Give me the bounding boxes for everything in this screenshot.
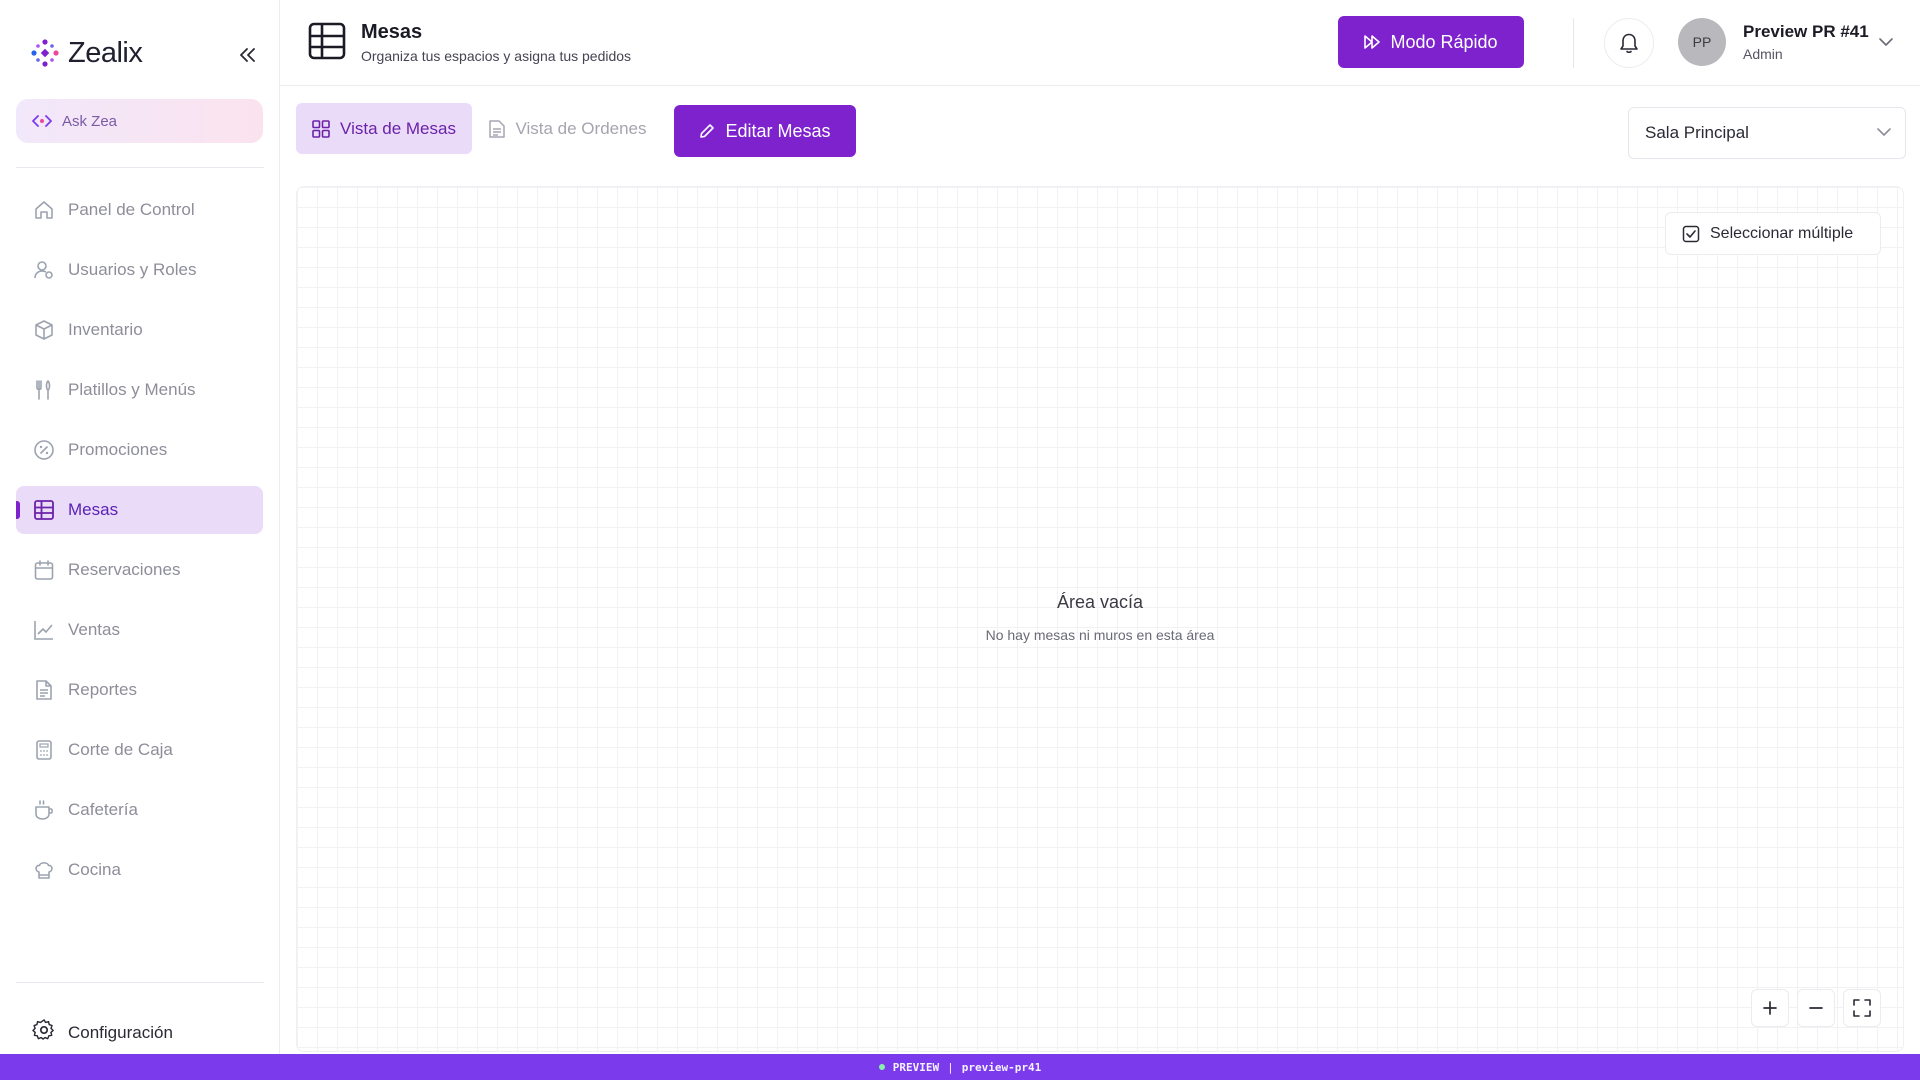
preview-env: preview-pr41: [961, 1060, 1042, 1074]
tab-vista-de-mesas[interactable]: Vista de Mesas: [296, 103, 472, 154]
multi-select-label: Seleccionar múltiple: [1710, 224, 1854, 242]
fast-forward-icon: [1364, 35, 1381, 49]
sidebar-item-label: Cocina: [68, 860, 121, 879]
checkbox-icon: [1682, 225, 1700, 242]
sidebar-item-reservaciones[interactable]: Reservaciones: [16, 546, 263, 594]
sidebar-item-label: Promociones: [68, 440, 168, 459]
sidebar-item-promociones[interactable]: Promociones: [16, 426, 263, 474]
notifications-button[interactable]: [1604, 18, 1654, 68]
edit-tables-label: Editar Mesas: [725, 120, 831, 141]
sidebar-item-corte-de-caja[interactable]: Corte de Caja: [16, 726, 263, 774]
zealix-logo-icon: [28, 36, 62, 70]
sidebar-item-label: Platillos y Menús: [68, 380, 196, 399]
edit-tables-button[interactable]: Editar Mesas: [674, 105, 856, 157]
minus-icon: [1809, 1007, 1823, 1009]
fullscreen-button[interactable]: [1843, 989, 1881, 1027]
sidebar-item-inventario[interactable]: Inventario: [16, 306, 263, 354]
room-select[interactable]: Sala Principal: [1628, 107, 1906, 159]
line-chart-icon: [32, 618, 56, 642]
sidebar-item-label: Reservaciones: [68, 560, 181, 579]
user-name[interactable]: Preview PR #41: [1743, 22, 1869, 42]
plus-icon: [1763, 1001, 1777, 1015]
ask-zea-button[interactable]: Ask Zea: [16, 99, 263, 143]
calculator-icon: [32, 738, 56, 762]
table-grid-icon: [308, 22, 346, 60]
preview-separator: |: [947, 1060, 954, 1074]
preview-tag: PREVIEW: [892, 1060, 940, 1074]
collapse-sidebar-button[interactable]: [232, 42, 262, 68]
multi-select-button[interactable]: Seleccionar múltiple: [1665, 212, 1881, 255]
sidebar: Zealix Ask Zea Panel de Control Usuarios…: [0, 0, 280, 1054]
pencil-icon: [700, 124, 715, 138]
zoom-out-button[interactable]: [1797, 989, 1835, 1027]
table-grid-icon: [32, 498, 56, 522]
sidebar-item-label: Mesas: [68, 500, 119, 519]
chef-hat-icon: [32, 858, 56, 882]
ai-code-icon: [32, 115, 52, 127]
sidebar-item-label: Inventario: [68, 320, 143, 339]
sidebar-item-label: Usuarios y Roles: [68, 260, 197, 279]
header-divider: [1573, 18, 1574, 68]
sidebar-item-reportes[interactable]: Reportes: [16, 666, 263, 714]
chevrons-left-icon: [240, 48, 255, 62]
sidebar-item-configuracion[interactable]: Configuración: [32, 1018, 173, 1047]
user-role: Admin: [1743, 46, 1783, 62]
settings-label: Configuración: [68, 1022, 173, 1042]
gear-icon: [32, 1018, 56, 1047]
sidebar-item-label: Reportes: [68, 680, 137, 699]
avatar[interactable]: PP: [1678, 18, 1726, 66]
quick-mode-label: Modo Rápido: [1390, 31, 1498, 52]
utensils-icon: [32, 378, 56, 402]
sidebar-item-label: Ventas: [68, 620, 120, 639]
sidebar-divider: [16, 982, 264, 983]
user-menu-toggle[interactable]: [1874, 30, 1898, 54]
status-dot-icon: [878, 1064, 885, 1070]
home-icon: [32, 198, 56, 222]
box-icon: [32, 318, 56, 342]
floor-plan-canvas[interactable]: Seleccionar múltiple Área vacía No hay m…: [296, 186, 1904, 1052]
sidebar-divider: [16, 167, 264, 168]
empty-state-description: No hay mesas ni muros en esta área: [985, 627, 1215, 643]
tab-label: Vista de Ordenes: [515, 118, 647, 138]
grid-icon: [312, 119, 330, 138]
sidebar-item-label: Cafetería: [68, 800, 138, 819]
sidebar-item-platillos-y-menus[interactable]: Platillos y Menús: [16, 366, 263, 414]
users-icon: [32, 258, 56, 282]
room-select-value: Sala Principal: [1645, 123, 1749, 142]
tab-label: Vista de Mesas: [340, 118, 456, 138]
coffee-icon: [32, 798, 56, 822]
zoom-in-button[interactable]: [1751, 989, 1789, 1027]
sidebar-item-cafeteria[interactable]: Cafetería: [16, 786, 263, 834]
fullscreen-icon: [1853, 999, 1871, 1017]
empty-state-title: Área vacía: [1056, 592, 1144, 612]
sidebar-item-ventas[interactable]: Ventas: [16, 606, 263, 654]
page-subtitle: Organiza tus espacios y asigna tus pedid…: [361, 48, 632, 64]
calendar-icon: [32, 558, 56, 582]
sidebar-item-panel-de-control[interactable]: Panel de Control: [16, 186, 263, 234]
sidebar-nav: Panel de Control Usuarios y Roles Invent…: [16, 186, 263, 906]
brand[interactable]: Zealix: [28, 36, 143, 70]
chevron-down-icon: [1879, 37, 1893, 46]
ask-zea-label: Ask Zea: [62, 112, 118, 130]
quick-mode-button[interactable]: Modo Rápido: [1338, 16, 1524, 68]
tab-vista-de-ordenes[interactable]: Vista de Ordenes: [472, 103, 664, 154]
file-text-icon: [489, 119, 506, 138]
page-title: Mesas: [361, 21, 423, 43]
percent-badge-icon: [32, 438, 56, 462]
top-header: Mesas Organiza tus espacios y asigna tus…: [280, 0, 1920, 86]
sidebar-item-label: Corte de Caja: [68, 740, 173, 759]
bell-icon: [1620, 33, 1638, 54]
sidebar-item-mesas[interactable]: Mesas: [16, 486, 263, 534]
sidebar-item-usuarios-y-roles[interactable]: Usuarios y Roles: [16, 246, 263, 294]
sidebar-item-cocina[interactable]: Cocina: [16, 846, 263, 894]
file-text-icon: [32, 678, 56, 702]
brand-name: Zealix: [68, 36, 143, 69]
preview-environment-bar: PREVIEW | preview-pr41: [0, 1054, 1920, 1080]
chevron-down-icon: [1877, 122, 1891, 142]
sidebar-item-label: Panel de Control: [68, 200, 195, 219]
